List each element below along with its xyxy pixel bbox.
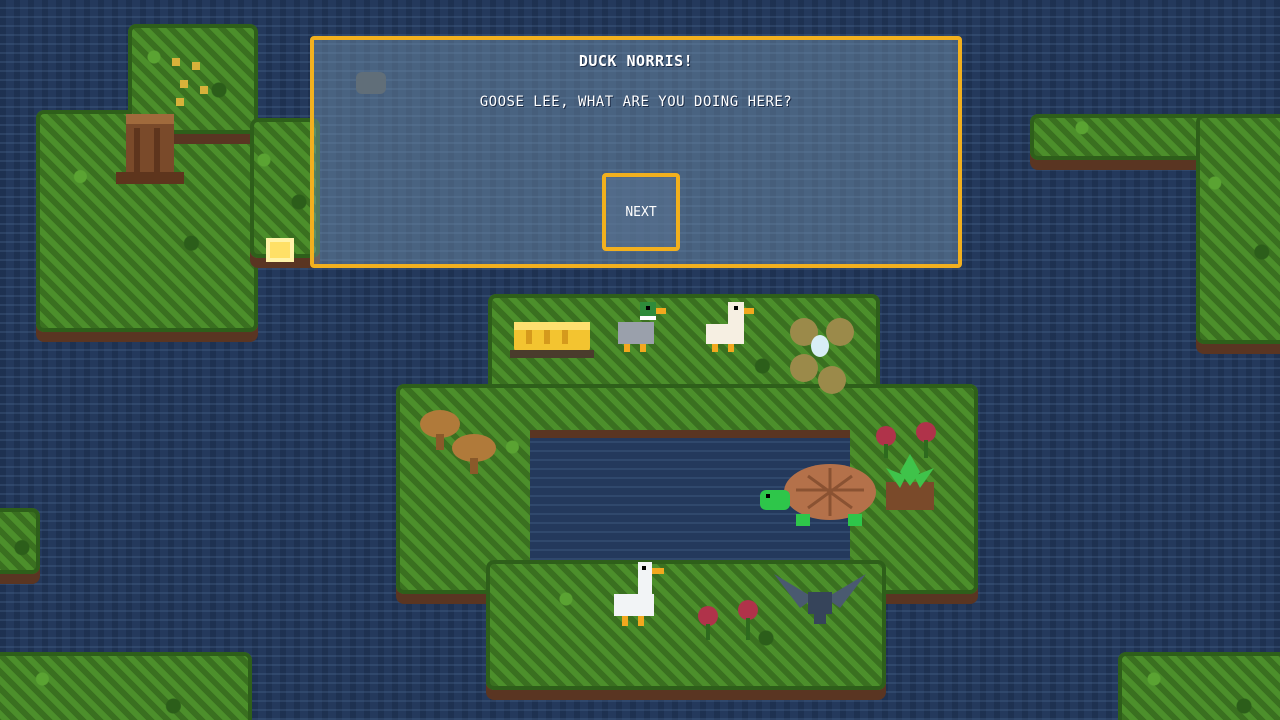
lantern-icon [266, 238, 294, 262]
next-button[interactable]: NEXT [602, 173, 680, 251]
mushroom-icon [420, 410, 496, 474]
white-duck-icon [706, 302, 754, 352]
crow-icon [774, 574, 866, 624]
island-bottom-right [1118, 652, 1280, 720]
island-bottom-left [0, 652, 252, 720]
goose-icon [614, 562, 664, 626]
tree-stump-icon [116, 114, 184, 184]
island-left-edge [0, 508, 40, 574]
mallard-duck-icon [618, 302, 666, 352]
flower-icon [698, 600, 758, 640]
dialog-text: GOOSE LEE, WHAT ARE YOU DOING HERE? [479, 94, 793, 110]
egg-nest-icon [790, 318, 854, 394]
dialog-speaker-name: DUCK NORRIS! [578, 52, 694, 70]
turtle-icon [760, 464, 876, 526]
potted-plant-icon [886, 454, 934, 510]
dialog-box: DUCK NORRIS! GOOSE LEE, WHAT ARE YOU DOI… [310, 36, 962, 268]
flower-icon [172, 58, 208, 106]
bread-icon [510, 322, 594, 358]
island-right-lower [1196, 114, 1280, 344]
game-world: DUCK NORRIS! GOOSE LEE, WHAT ARE YOU DOI… [0, 0, 1280, 720]
